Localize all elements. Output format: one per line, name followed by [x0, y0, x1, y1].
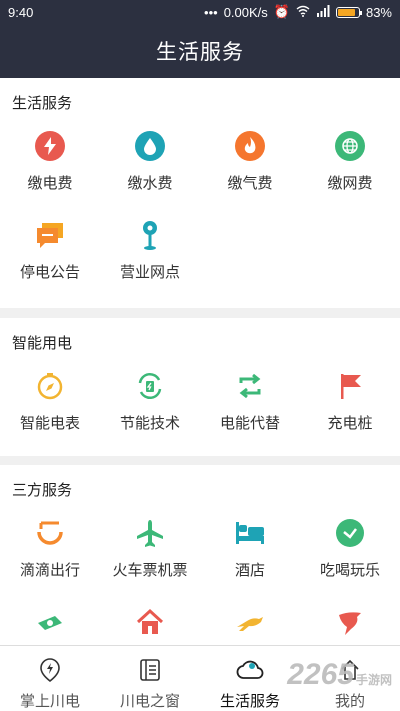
compass-icon: [34, 370, 66, 402]
chat-icon: [34, 219, 66, 251]
location-pin-icon: [134, 219, 166, 251]
section-title: 智能用电: [12, 335, 73, 352]
alarm-icon: ⏰: [273, 4, 290, 19]
section-title: 三方服务: [12, 482, 73, 499]
lightning-icon: [34, 130, 66, 162]
item-label: 酒店: [234, 562, 265, 579]
status-bar: 9:40 ••• 0.00K/s ⏰ 83%: [0, 0, 400, 24]
didi-button[interactable]: 滴滴出行: [0, 505, 100, 594]
network-speed: 0.00K/s: [223, 4, 268, 20]
pay-water-button[interactable]: 缴水费: [100, 118, 200, 207]
tab-window[interactable]: 川电之窗: [100, 646, 200, 711]
section-life-services: 生活服务 缴电费 缴水费 缴气费 缴网费 停电公告 营业网点: [0, 78, 400, 308]
item-label: 智能电表: [19, 415, 80, 432]
battery-recycle-icon: [134, 370, 166, 402]
section-third-party: 三方服务 滴滴出行 火车票机票 酒店 吃喝玩乐: [0, 465, 400, 645]
kangaroo-icon: [234, 606, 266, 638]
tab-label: 川电之窗: [119, 693, 180, 710]
third-party-item-8[interactable]: [300, 594, 400, 645]
swap-arrows-icon: [234, 370, 266, 402]
item-label: 缴网费: [327, 175, 373, 192]
item-label: 滴滴出行: [19, 562, 80, 579]
clock-check-icon: [334, 517, 366, 549]
water-drop-icon: [134, 130, 166, 162]
item-label: 节能技术: [119, 415, 180, 432]
signal-icon: [316, 4, 330, 20]
status-time: 9:40: [8, 4, 34, 20]
wifi-icon: [296, 5, 310, 20]
page-title: 生活服务: [0, 24, 400, 78]
item-label: 火车票机票: [112, 562, 188, 579]
train-flight-button[interactable]: 火车票机票: [100, 505, 200, 594]
more-dots-icon: •••: [204, 4, 218, 20]
flag-icon: [334, 370, 366, 402]
tab-home[interactable]: 掌上川电: [0, 646, 100, 711]
battery-icon: [335, 6, 362, 18]
third-party-item-7[interactable]: [200, 594, 300, 645]
battery-fill: [337, 8, 355, 16]
didi-icon: [34, 517, 66, 549]
food-fun-button[interactable]: 吃喝玩乐: [300, 505, 400, 594]
pay-internet-button[interactable]: 缴网费: [300, 118, 400, 207]
tab-label: 我的: [334, 693, 365, 710]
bed-icon: [234, 517, 266, 549]
tab-label: 生活服务: [219, 693, 280, 710]
item-label: 停电公告: [19, 264, 80, 281]
battery-percent: 83%: [365, 4, 392, 20]
globe-icon: [334, 130, 366, 162]
item-label: 缴电费: [27, 175, 73, 192]
item-label: 营业网点: [119, 264, 180, 281]
section-smart-electricity: 智能用电 智能电表 节能技术 电能代替 充电桩: [0, 318, 400, 456]
item-label: 吃喝玩乐: [319, 562, 380, 579]
flame-icon: [234, 130, 266, 162]
service-outlets-button[interactable]: 营业网点: [100, 207, 200, 296]
hotel-button[interactable]: 酒店: [200, 505, 300, 594]
airplane-icon: [134, 517, 166, 549]
outage-notice-button[interactable]: 停电公告: [0, 207, 100, 296]
location-bolt-icon: [34, 656, 66, 684]
third-party-item-6[interactable]: [100, 594, 200, 645]
pay-gas-button[interactable]: 缴气费: [200, 118, 300, 207]
charging-pile-button[interactable]: 充电桩: [300, 358, 400, 447]
tab-label: 掌上川电: [19, 693, 80, 710]
item-label: 充电桩: [327, 415, 373, 432]
bird-icon: [334, 606, 366, 638]
power-substitution-button[interactable]: 电能代替: [200, 358, 300, 447]
money-icon: [34, 606, 66, 638]
energy-saving-button[interactable]: 节能技术: [100, 358, 200, 447]
watermark-logo: 2265 手游网: [287, 658, 392, 691]
cloud-icon: [234, 656, 266, 684]
third-party-item-5[interactable]: [0, 594, 100, 645]
item-label: 缴水费: [127, 175, 173, 192]
house-icon: [134, 606, 166, 638]
section-title: 生活服务: [12, 95, 73, 112]
document-icon: [134, 656, 166, 684]
smart-meter-button[interactable]: 智能电表: [0, 358, 100, 447]
pay-electricity-button[interactable]: 缴电费: [0, 118, 100, 207]
tab-life-services[interactable]: 生活服务: [200, 646, 300, 711]
item-label: 缴气费: [227, 175, 273, 192]
item-label: 电能代替: [219, 415, 280, 432]
